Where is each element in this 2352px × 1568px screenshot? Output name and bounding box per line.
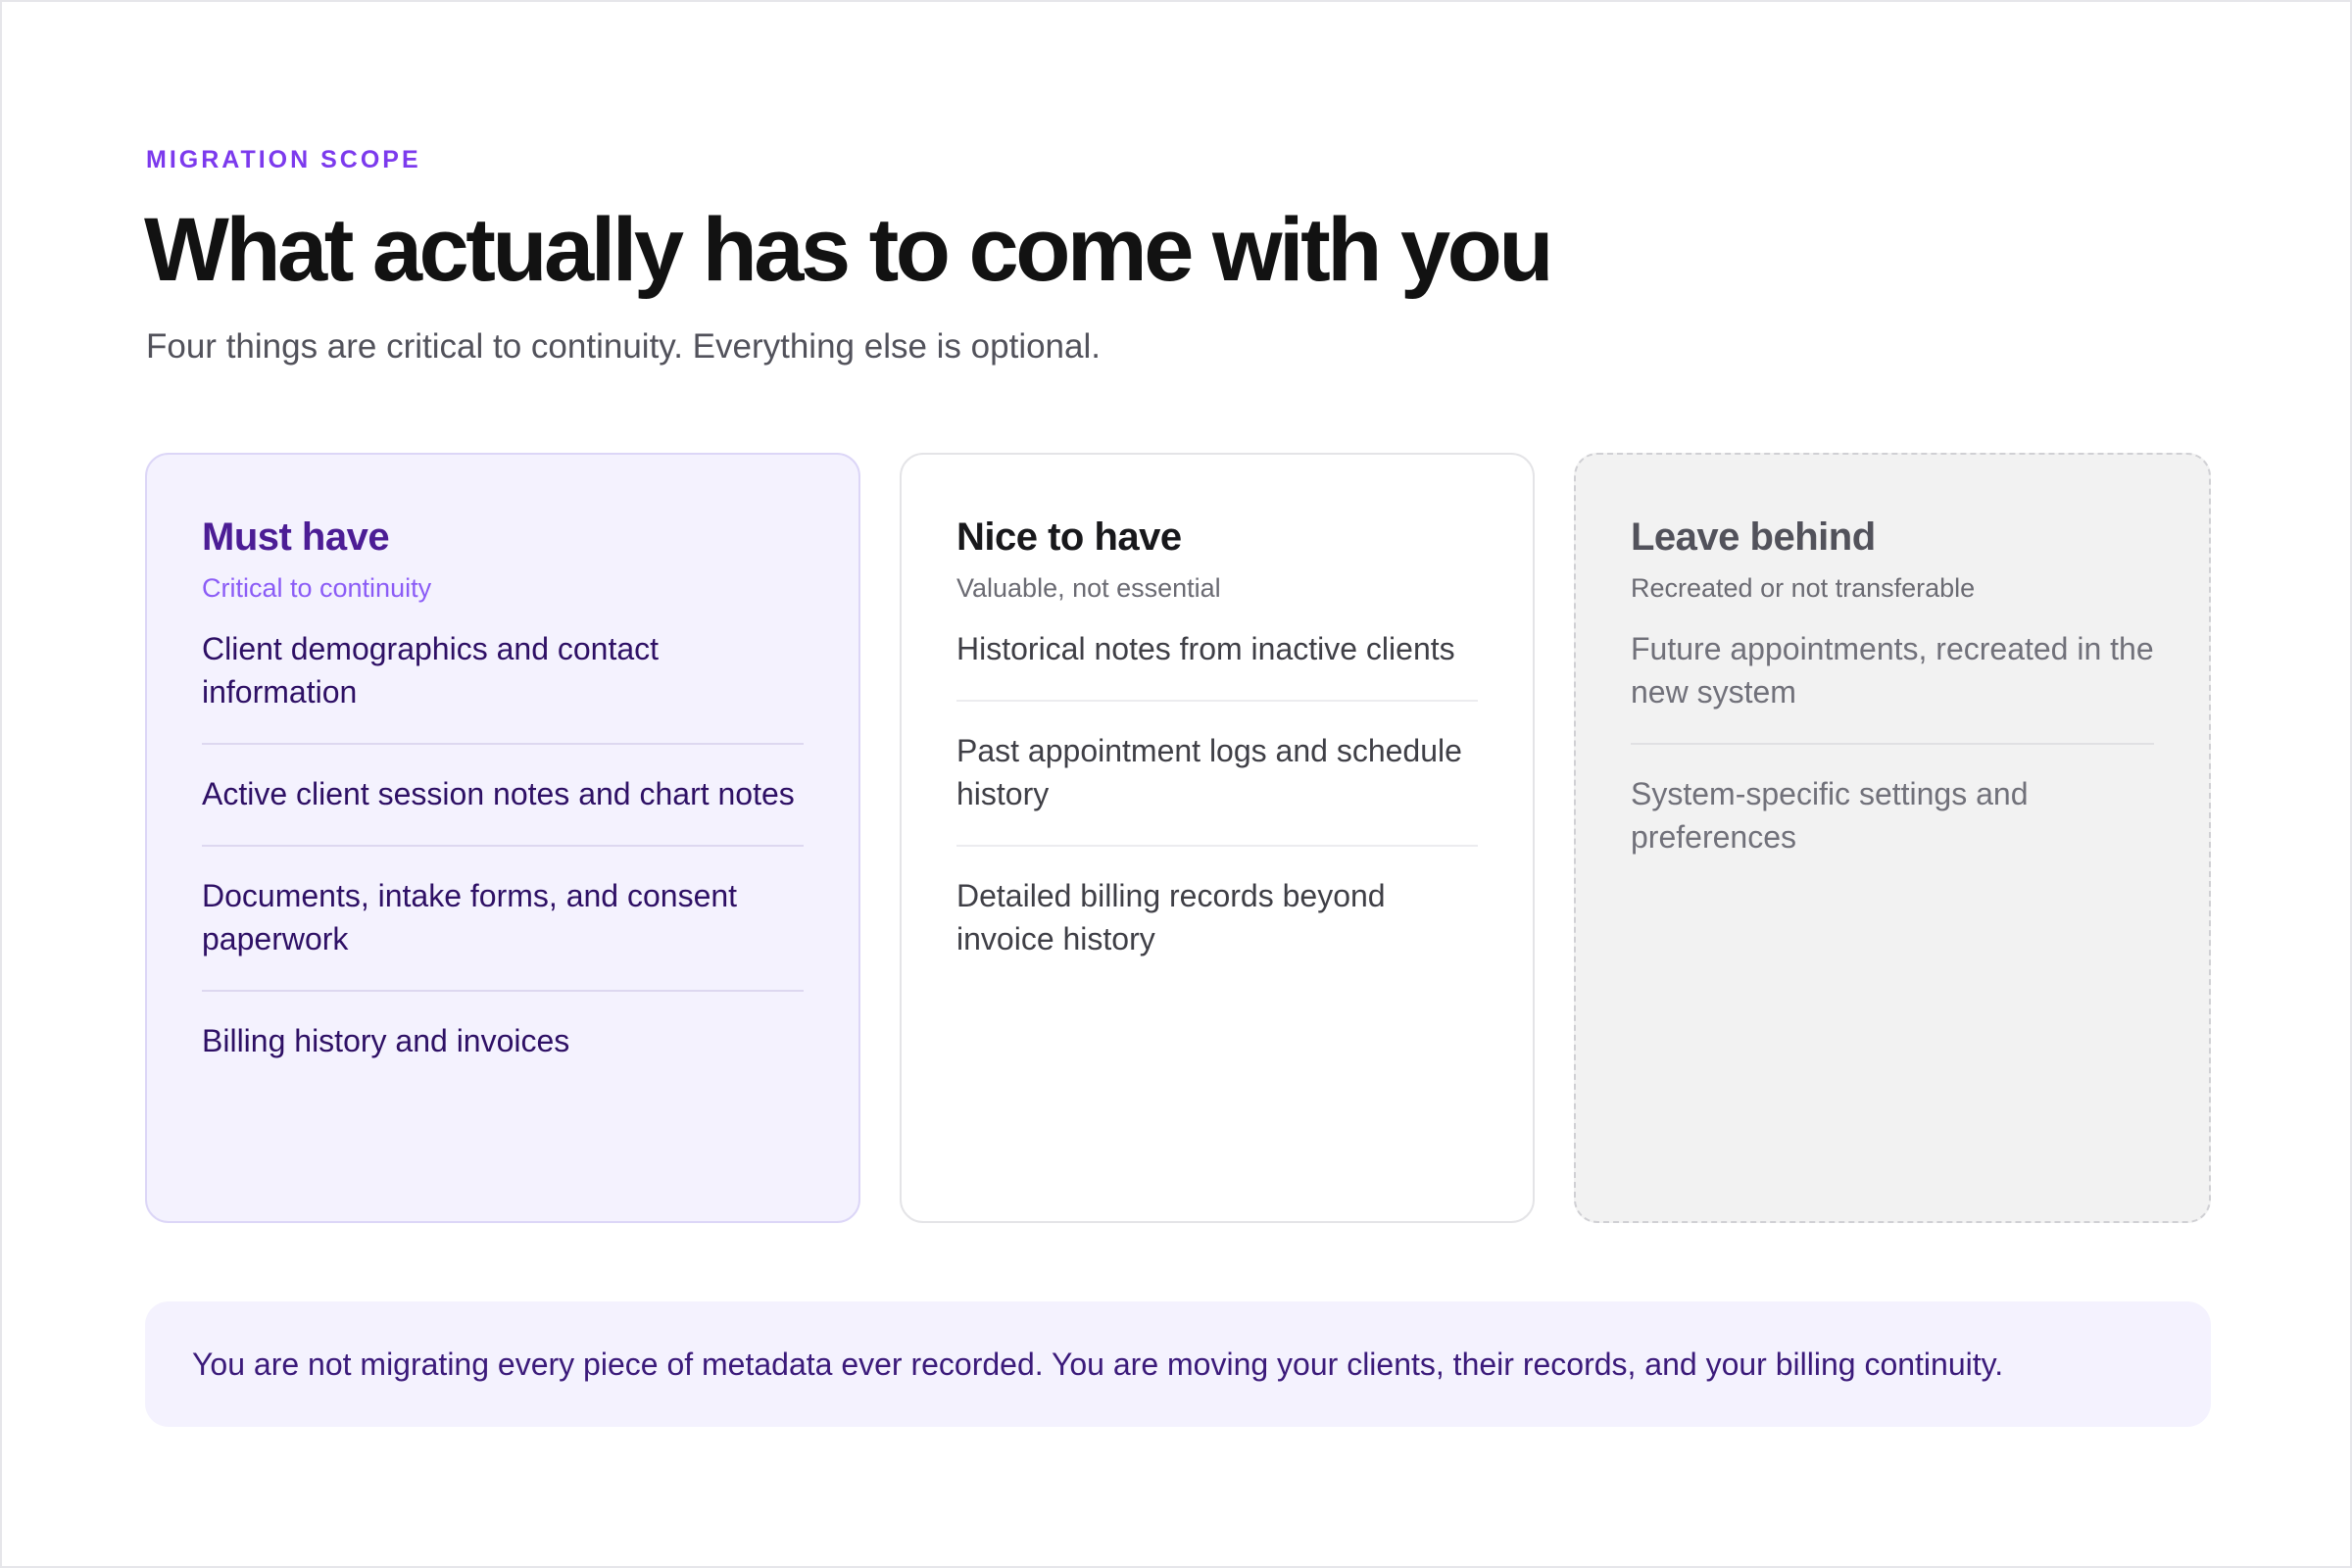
page-subtitle: Four things are critical to continuity. … bbox=[146, 327, 1101, 366]
card-title: Must have bbox=[202, 515, 390, 559]
list-item: Detailed billing records beyond invoice … bbox=[956, 878, 1386, 956]
card-must-have: Must have Critical to continuity Client … bbox=[145, 453, 860, 1223]
list-item: Client demographics and contact informat… bbox=[202, 627, 804, 745]
footer-callout: You are not migrating every piece of met… bbox=[145, 1301, 2211, 1427]
card-subtitle: Valuable, not essential bbox=[956, 573, 1221, 603]
card-subtitle: Recreated or not transferable bbox=[1631, 573, 1976, 603]
list-item: Historical notes from inactive clients bbox=[956, 627, 1478, 702]
list-item: System-specific settings and preferences bbox=[1631, 776, 2029, 855]
page-title: What actually has to come with you bbox=[144, 200, 1554, 300]
card-title: Nice to have bbox=[956, 515, 1182, 559]
card-leave-behind: Leave behind Recreated or not transferab… bbox=[1574, 453, 2211, 1223]
eyebrow-label: MIGRATION SCOPE bbox=[146, 146, 421, 173]
card-nice-to-have: Nice to have Valuable, not essential His… bbox=[900, 453, 1535, 1223]
list-item: Documents, intake forms, and consent pap… bbox=[202, 847, 804, 992]
item-list: Future appointments, recreated in the ne… bbox=[1631, 627, 2154, 888]
list-item: Future appointments, recreated in the ne… bbox=[1631, 627, 2154, 745]
list-item: Active client session notes and chart no… bbox=[202, 745, 804, 847]
list-item: Past appointment logs and schedule histo… bbox=[956, 702, 1478, 847]
card-subtitle: Critical to continuity bbox=[202, 573, 432, 603]
list-item: Billing history and invoices bbox=[202, 1023, 570, 1058]
slide: MIGRATION SCOPE What actually has to com… bbox=[0, 0, 2352, 1568]
card-title: Leave behind bbox=[1631, 515, 1876, 559]
item-list: Historical notes from inactive clients P… bbox=[956, 627, 1478, 990]
item-list: Client demographics and contact informat… bbox=[202, 627, 804, 1092]
